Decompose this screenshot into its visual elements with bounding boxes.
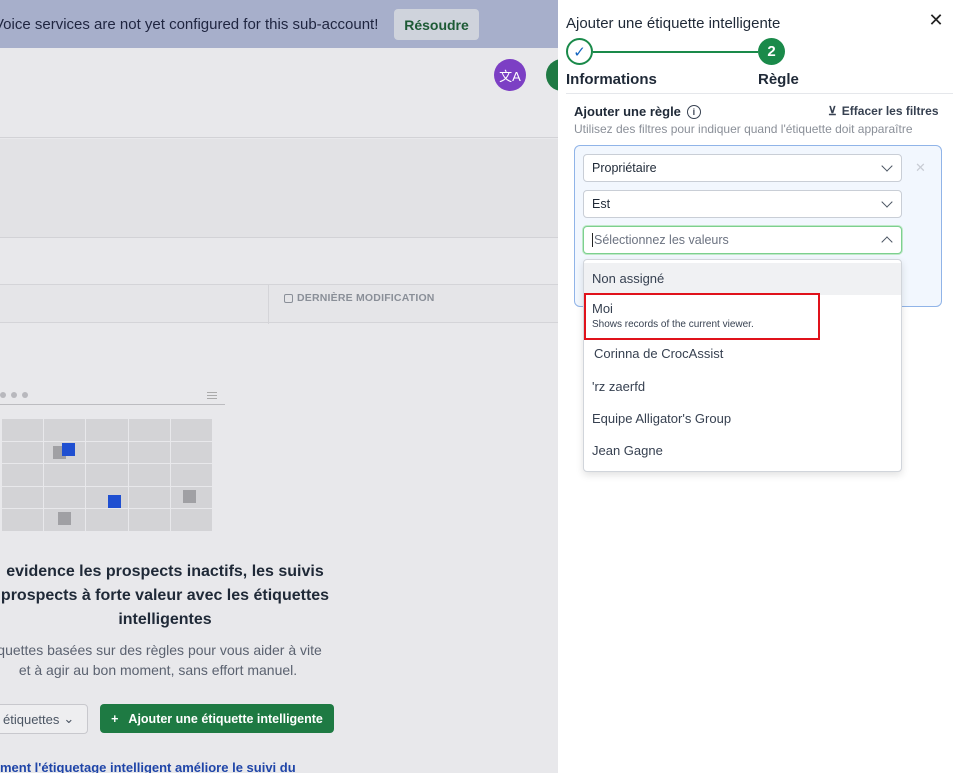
dropdown-option-equipe-alligator[interactable]: Equipe Alligator's Group	[584, 411, 901, 431]
chevron-down-icon: ⌄	[63, 711, 75, 726]
add-smart-tag-label: Ajouter une étiquette intelligente	[128, 711, 323, 726]
resolve-button[interactable]: Résoudre	[394, 9, 479, 40]
rule-section-title: Ajouter une règle i	[574, 104, 701, 119]
column-separator	[268, 285, 269, 324]
empty-state-description: iquettes basées sur des règles pour vous…	[0, 642, 322, 678]
step-2-label: Règle	[758, 71, 799, 88]
voice-warning-banner: Voice services are not yet configured fo…	[0, 0, 558, 48]
field-select-value: Propriétaire	[592, 161, 657, 175]
column-header-last-modified[interactable]: DERNIÈRE MODIFICATION	[284, 292, 435, 304]
empty-state-heading: evidence les prospects inactifs, les sui…	[0, 563, 330, 628]
dropdown-option-non-assigne[interactable]: Non assigné	[584, 263, 901, 295]
dropdown-option-jean-gagne[interactable]: Jean Gagne	[584, 443, 901, 463]
divider	[566, 93, 953, 94]
step-1-label: Informations	[566, 71, 657, 88]
banner-text: Voice services are not yet configured fo…	[0, 16, 379, 33]
chevron-up-icon	[881, 236, 893, 248]
clear-filters-label: Effacer les filtres	[841, 104, 939, 118]
step-2-indicator[interactable]: 2	[758, 38, 785, 65]
chevron-down-icon	[881, 196, 893, 208]
close-icon[interactable]: ✕	[928, 11, 944, 29]
phone-icon[interactable]	[546, 59, 558, 91]
stepper-line	[593, 51, 758, 53]
illustration-grid	[2, 419, 212, 531]
divider	[0, 237, 558, 238]
info-icon[interactable]: i	[686, 104, 701, 119]
operator-select-value: Est	[592, 197, 611, 211]
add-smart-tag-button[interactable]: + Ajouter une étiquette intelligente	[100, 704, 334, 733]
remove-rule-icon[interactable]: ✕	[915, 160, 926, 176]
divider	[0, 137, 558, 138]
dropdown-option-corinna[interactable]: Corinna de CrocAssist	[584, 346, 901, 366]
illustration-square	[183, 490, 196, 503]
illustration-dots	[0, 392, 28, 398]
option-label: 'rz zaerfd	[592, 379, 646, 394]
text-caret	[592, 233, 593, 247]
filter-clear-icon: ⊻	[828, 104, 837, 118]
step-1-indicator[interactable]: ✓	[566, 38, 593, 65]
field-select[interactable]: Propriétaire	[583, 154, 902, 182]
tags-filter-select[interactable]: étiquettes ⌄	[0, 704, 88, 734]
illustration-line	[0, 404, 225, 405]
plus-icon: +	[111, 711, 119, 726]
calendar-icon	[284, 293, 293, 303]
rule-subtitle: Utilisez des filtres pour indiquer quand…	[574, 122, 913, 136]
rule-title-text: Ajouter une règle	[574, 104, 681, 119]
content-band	[0, 139, 558, 237]
option-label: Corinna de CrocAssist	[594, 346, 724, 361]
checkmark-icon: ✓	[573, 43, 586, 61]
tags-filter-label: étiquettes	[3, 711, 60, 727]
annotation-highlight-box	[584, 293, 820, 340]
illustration-square	[108, 495, 121, 508]
table-header: DERNIÈRE MODIFICATION	[0, 284, 558, 324]
option-label: Equipe Alligator's Group	[592, 411, 732, 426]
operator-select[interactable]: Est	[583, 190, 902, 218]
option-label: Jean Gagne	[592, 443, 663, 458]
hamburger-icon	[207, 392, 217, 399]
dropdown-option-rz-zaerfd[interactable]: 'rz zaerfd	[584, 379, 901, 399]
value-select-placeholder: Sélectionnez les valeurs	[594, 233, 729, 247]
illustration-square	[58, 512, 71, 525]
value-select[interactable]: Sélectionnez les valeurs	[583, 226, 902, 254]
value-dropdown: Non assigné Moi Shows records of the cur…	[583, 259, 902, 472]
clear-filters-button[interactable]: ⊻ Effacer les filtres	[828, 104, 939, 118]
background-app: Voice services are not yet configured fo…	[0, 0, 558, 773]
chevron-down-icon	[881, 160, 893, 172]
translate-icon[interactable]: 文A	[494, 59, 526, 91]
drawer-title: Ajouter une étiquette intelligente	[566, 15, 781, 32]
help-link[interactable]: ment l'étiquetage intelligent améliore l…	[0, 760, 296, 773]
column-header-label: DERNIÈRE MODIFICATION	[297, 292, 435, 304]
illustration-square	[62, 443, 75, 456]
option-label: Non assigné	[592, 271, 665, 286]
